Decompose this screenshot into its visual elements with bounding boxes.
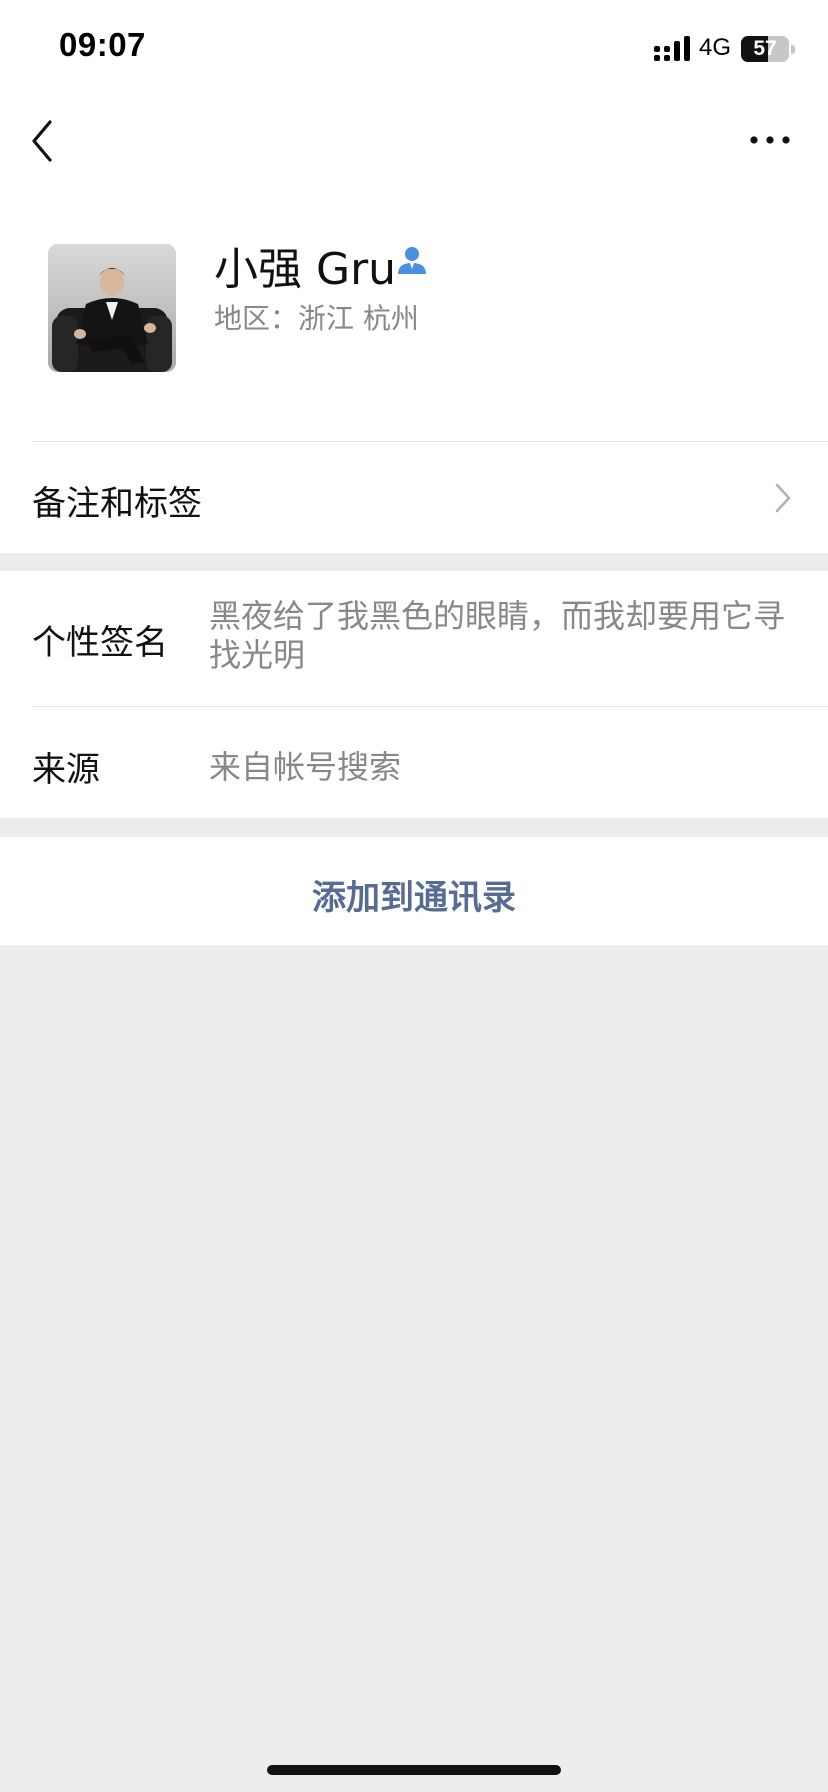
home-indicator[interactable]	[267, 1765, 561, 1775]
more-button[interactable]	[748, 124, 792, 156]
remark-and-tags-row[interactable]: 备注和标签	[0, 442, 828, 552]
battery-tip	[791, 45, 795, 54]
remark-and-tags-label: 备注和标签	[32, 484, 202, 524]
add-to-contacts-button[interactable]: 添加到通讯录	[0, 870, 828, 919]
source-value: 来自帐号搜索	[209, 748, 402, 786]
signal-icon	[654, 36, 690, 61]
battery-icon: 57	[741, 36, 789, 62]
profile-header: 09:07 4G 57 小强 Gru 地区：浙江 杭州 备注和标签	[0, 0, 828, 553]
network-type: 4G	[699, 34, 732, 61]
region-text: 地区：浙江 杭州	[214, 302, 419, 335]
action-section: 添加到通讯录	[0, 837, 828, 947]
info-section: 个性签名 黑夜给了我黑色的眼睛，而我却要用它寻找光明 来源 来自帐号搜索	[0, 571, 828, 818]
profile-name: 小强 Gru	[214, 244, 397, 295]
battery-level: 57	[753, 37, 777, 60]
status-time: 09:07	[59, 26, 146, 63]
signature-label: 个性签名	[32, 623, 168, 663]
signature-value: 黑夜给了我黑色的眼睛，而我却要用它寻找光明	[209, 597, 786, 674]
avatar[interactable]	[48, 244, 176, 372]
person-icon	[398, 247, 426, 274]
divider	[32, 706, 828, 707]
chevron-right-icon	[775, 483, 791, 513]
back-button[interactable]	[26, 116, 62, 166]
source-label: 来源	[32, 750, 100, 790]
avatar-photo	[48, 244, 176, 372]
